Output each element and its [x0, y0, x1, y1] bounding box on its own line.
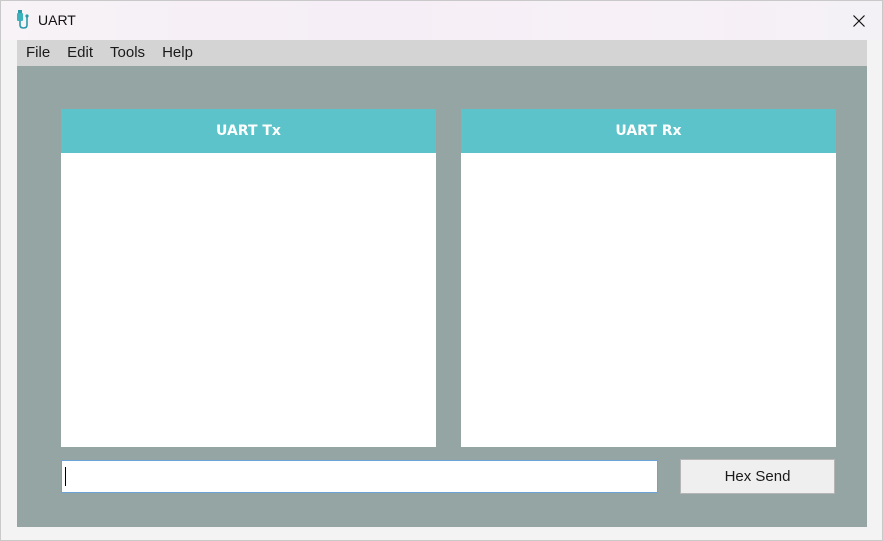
window-bottom-border: [17, 527, 867, 540]
uart-tx-panel: UART Tx: [61, 109, 436, 447]
uart-rx-panel: UART Rx: [461, 109, 836, 447]
menu-tools[interactable]: Tools: [101, 40, 153, 66]
uart-rx-header: UART Rx: [461, 109, 836, 153]
menu-edit[interactable]: Edit: [58, 40, 101, 66]
app-window: UART File Edit Tools Help UART Tx UART R…: [0, 0, 883, 541]
menu-file[interactable]: File: [17, 40, 58, 66]
close-icon: [853, 14, 865, 27]
window-title: UART: [38, 12, 76, 28]
uart-tx-textarea[interactable]: [61, 153, 436, 447]
main-area: UART Tx UART Rx Hex Send: [17, 66, 867, 527]
uart-rx-textarea[interactable]: [461, 153, 836, 447]
title-bar[interactable]: UART: [1, 1, 882, 40]
menu-help[interactable]: Help: [153, 40, 201, 66]
hex-send-button[interactable]: Hex Send: [680, 459, 835, 494]
uart-tx-header: UART Tx: [61, 109, 436, 153]
close-button[interactable]: [836, 1, 882, 40]
hex-input-field[interactable]: [61, 460, 658, 493]
menu-bar: File Edit Tools Help: [17, 40, 867, 66]
usb-plug-icon: [15, 10, 33, 30]
text-caret: [65, 467, 66, 486]
